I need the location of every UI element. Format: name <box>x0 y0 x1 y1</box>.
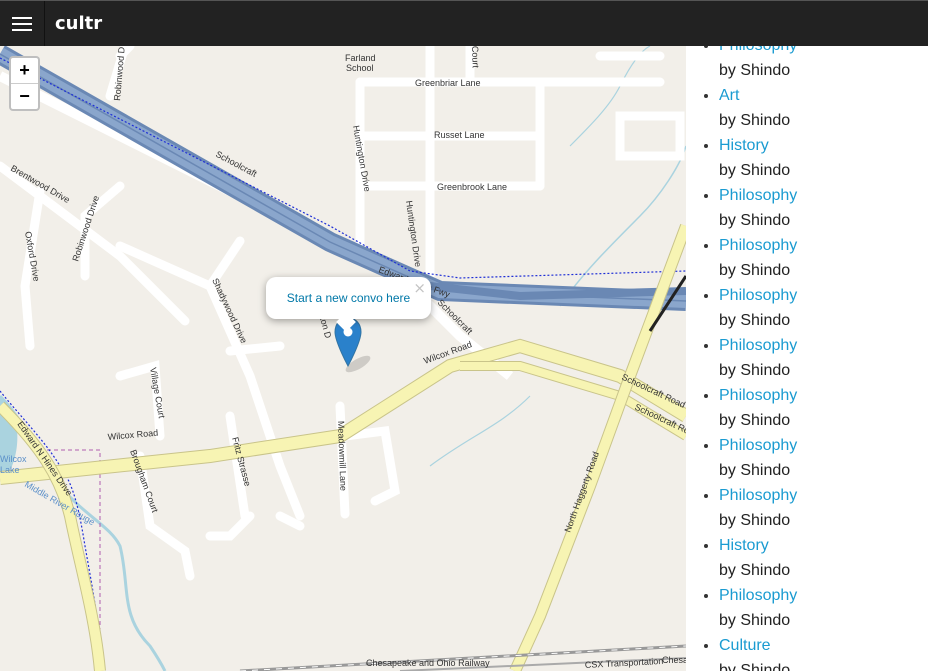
map-popup: × Start a new convo here <box>266 277 431 332</box>
svg-text:Greenbriar Lane: Greenbriar Lane <box>415 78 481 88</box>
convo-item: Philosophy by Shindo <box>719 383 928 433</box>
svg-text:Huntington Drive: Huntington Drive <box>404 200 423 268</box>
freeway <box>0 46 686 311</box>
convo-author: by Shindo <box>719 212 791 229</box>
convo-author: by Shindo <box>719 162 791 179</box>
convo-sidebar: Philosophy by Shindo Art by Shindo History by… <box>686 46 928 671</box>
top-navbar: cultr <box>0 0 928 46</box>
convo-author: by Shindo <box>719 312 791 329</box>
convo-author: by Shindo <box>719 112 791 129</box>
convo-topic-link[interactable]: Philosophy <box>719 183 928 208</box>
convo-topic-link[interactable]: Philosophy <box>719 283 928 308</box>
hamburger-menu-button[interactable] <box>0 1 45 46</box>
svg-text:ton D: ton D <box>318 316 333 340</box>
convo-item: Philosophy by Shindo <box>719 183 928 233</box>
svg-text:Chesa: Chesa <box>662 655 686 665</box>
svg-text:Wilcox Road: Wilcox Road <box>107 428 158 442</box>
convo-author: by Shindo <box>719 362 791 379</box>
map-view[interactable]: Farland School Greenbriar Lane Russet La… <box>0 46 686 671</box>
convo-item: Philosophy by Shindo <box>719 483 928 533</box>
convo-author: by Shindo <box>719 512 791 529</box>
convo-author: by Shindo <box>719 612 791 629</box>
convo-topic-link[interactable]: Culture <box>719 633 928 658</box>
convo-item: Art by Shindo <box>719 83 928 133</box>
svg-text:CSX Transportation: CSX Transportation <box>585 656 664 670</box>
convo-item: History by Shindo <box>719 133 928 183</box>
convo-author: by Shindo <box>719 462 791 479</box>
svg-text:Russet Lane: Russet Lane <box>434 130 485 140</box>
convo-item: Philosophy by Shindo <box>719 283 928 333</box>
zoom-in-button[interactable]: + <box>11 58 38 84</box>
zoom-control: + − <box>9 56 40 111</box>
convo-author: by Shindo <box>719 62 791 79</box>
hamburger-icon <box>12 13 32 35</box>
convo-item: Philosophy by Shindo <box>719 333 928 383</box>
convo-topic-link[interactable]: Philosophy <box>719 483 928 508</box>
svg-text:School: School <box>346 63 374 73</box>
convo-item: History by Shindo <box>719 533 928 583</box>
convo-topic-link[interactable]: Philosophy <box>719 583 928 608</box>
convo-item: Philosophy by Shindo <box>719 233 928 283</box>
convo-topic-link[interactable]: Philosophy <box>719 383 928 408</box>
convo-item: Philosophy by Shindo <box>719 46 928 83</box>
convo-topic-link[interactable]: Philosophy <box>719 233 928 258</box>
convo-item: Culture by Shindo <box>719 633 928 671</box>
convo-list: Philosophy by Shindo Art by Shindo History by… <box>686 46 928 671</box>
svg-text:Greenbrook Lane: Greenbrook Lane <box>437 182 507 192</box>
start-convo-link[interactable]: Start a new convo here <box>266 291 431 305</box>
convo-topic-link[interactable]: Philosophy <box>719 433 928 458</box>
app-brand[interactable]: cultr <box>55 13 102 34</box>
convo-author: by Shindo <box>719 562 791 579</box>
svg-text:Farland: Farland <box>345 53 376 63</box>
convo-topic-link[interactable]: History <box>719 133 928 158</box>
convo-item: Philosophy by Shindo <box>719 433 928 483</box>
svg-text:Robinwood D: Robinwood D <box>112 46 127 101</box>
svg-text:Wilcox: Wilcox <box>0 454 27 464</box>
svg-text:Meadowmill Lane: Meadowmill Lane <box>336 421 348 491</box>
convo-author: by Shindo <box>719 662 791 671</box>
convo-topic-link[interactable]: Philosophy <box>719 46 928 58</box>
svg-text:Court: Court <box>470 46 481 69</box>
svg-text:Lake: Lake <box>0 465 20 475</box>
convo-topic-link[interactable]: Philosophy <box>719 333 928 358</box>
convo-topic-link[interactable]: History <box>719 533 928 558</box>
convo-item: Philosophy by Shindo <box>719 583 928 633</box>
zoom-out-button[interactable]: − <box>11 84 38 109</box>
map-tiles: Farland School Greenbriar Lane Russet La… <box>0 46 686 671</box>
convo-author: by Shindo <box>719 412 791 429</box>
convo-author: by Shindo <box>719 262 791 279</box>
svg-text:Village Court: Village Court <box>148 367 167 420</box>
convo-topic-link[interactable]: Art <box>719 83 928 108</box>
svg-text:Chesapeake and Ohio Railway: Chesapeake and Ohio Railway <box>366 658 490 668</box>
